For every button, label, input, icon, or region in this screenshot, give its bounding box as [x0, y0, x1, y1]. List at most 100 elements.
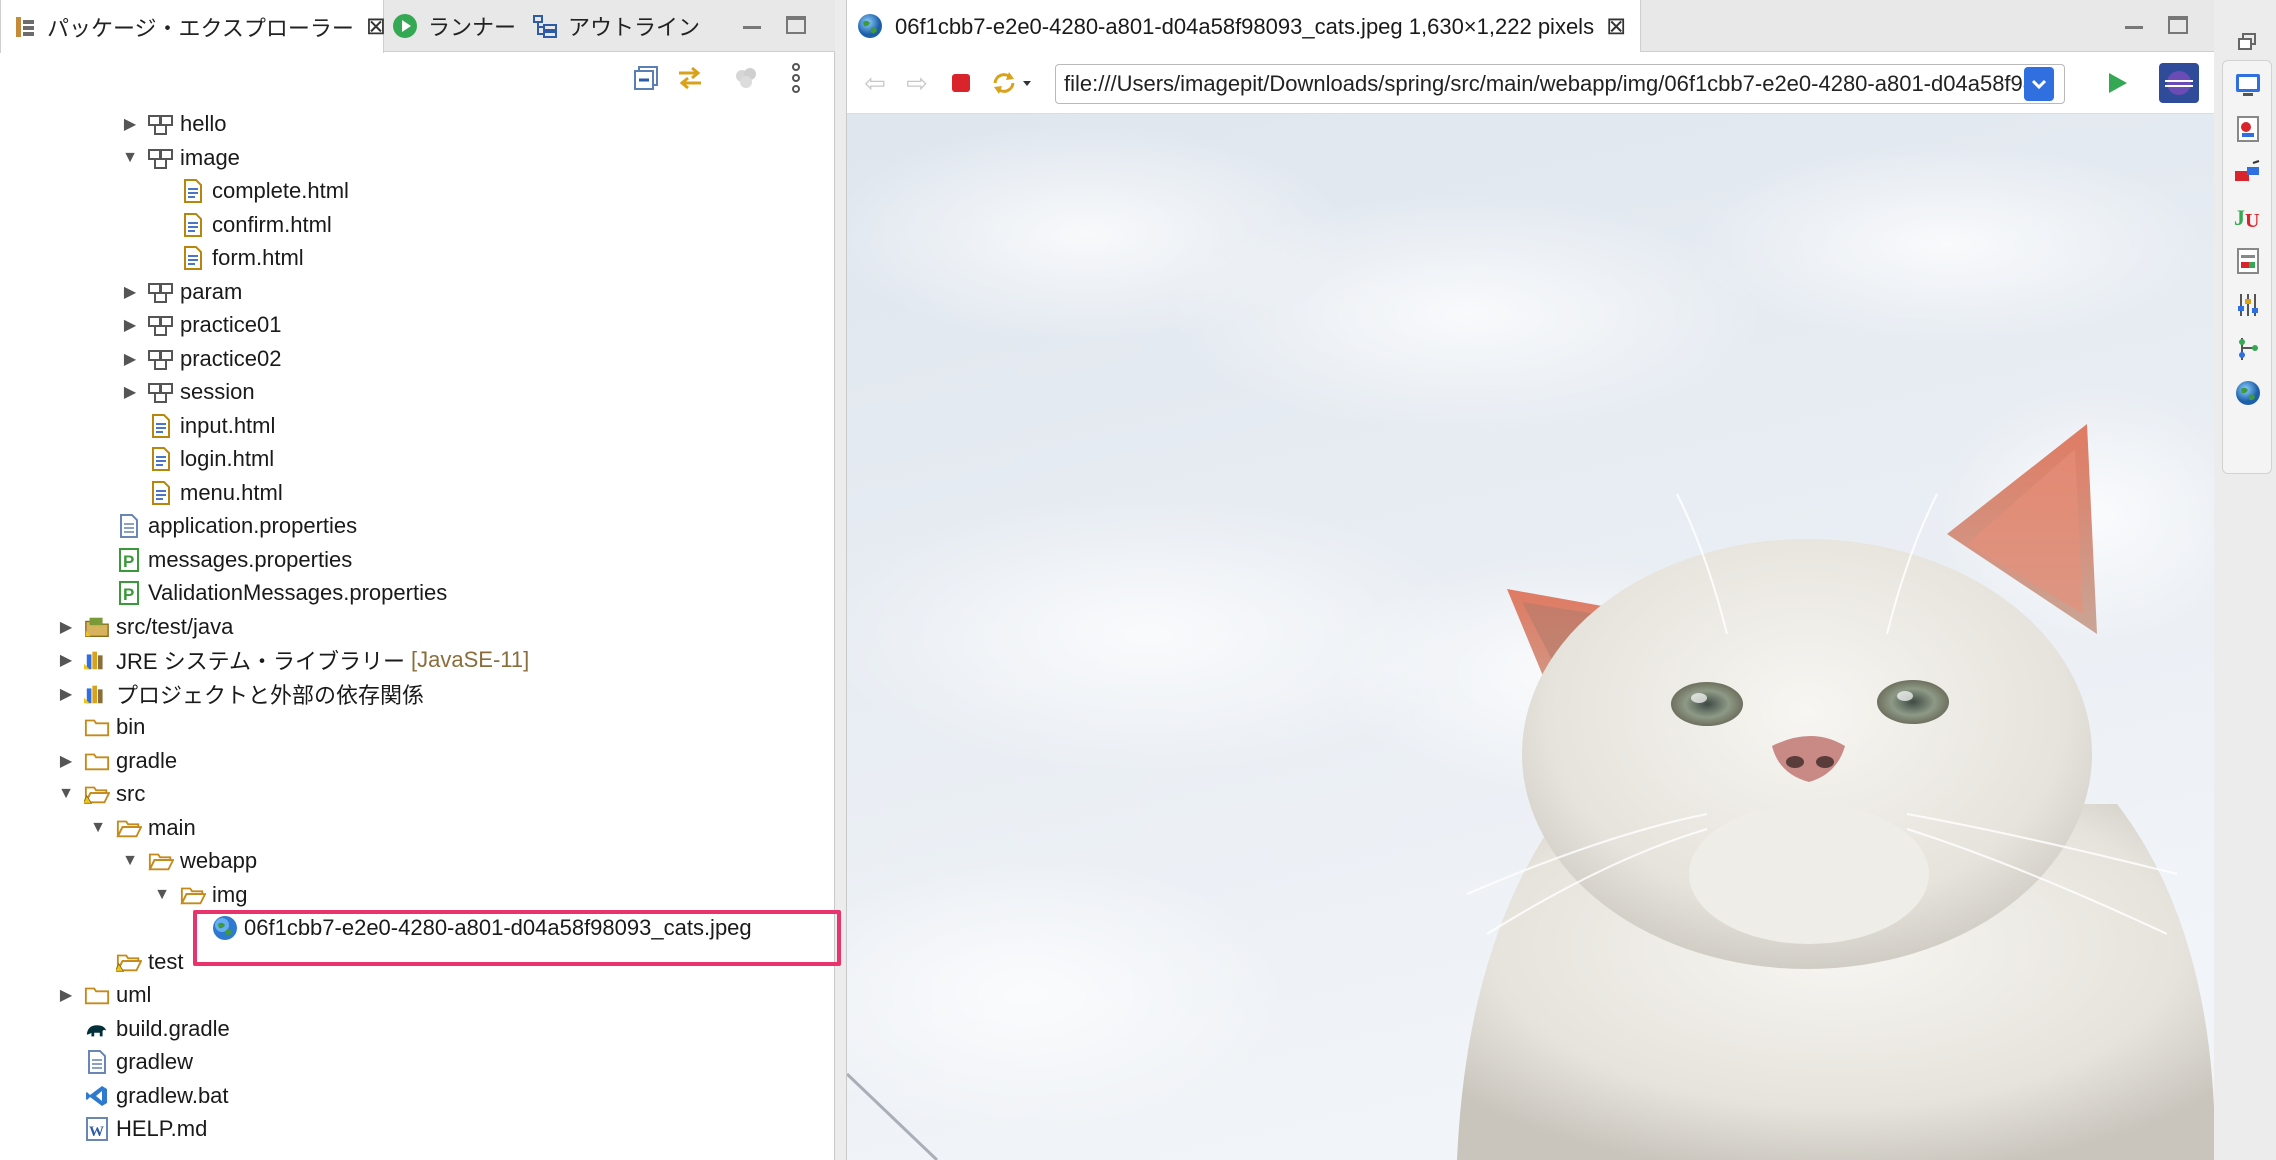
- expanded-triangle-icon[interactable]: ▼: [120, 851, 140, 871]
- tree-item[interactable]: W HELP.md: [84, 1112, 207, 1146]
- tree-item[interactable]: login.html: [148, 442, 274, 476]
- collapsed-triangle-icon[interactable]: ▶: [120, 349, 140, 369]
- collapsed-triangle-icon[interactable]: ▶: [56, 684, 76, 704]
- library-icon: [84, 681, 110, 707]
- eclipse-icon[interactable]: [2159, 63, 2199, 103]
- tree-item[interactable]: ▼ image: [120, 141, 240, 175]
- globe-icon[interactable]: [2232, 377, 2264, 409]
- text-file-icon: [116, 513, 142, 539]
- collapse-all-icon[interactable]: [630, 62, 662, 94]
- tree-item-label: login.html: [180, 446, 275, 471]
- expanded-triangle-icon[interactable]: ▼: [88, 818, 108, 838]
- debug-icon[interactable]: [2232, 157, 2264, 189]
- tree-item[interactable]: ▶ practice02: [120, 342, 282, 376]
- tree-item[interactable]: ▶ src/test/java: [56, 610, 234, 644]
- tree-item-label: webapp: [180, 848, 258, 873]
- tree-item[interactable]: ▼ webapp: [120, 844, 257, 878]
- minimize-icon[interactable]: [2119, 10, 2149, 40]
- expanded-triangle-icon[interactable]: ▼: [120, 148, 140, 168]
- tree-item[interactable]: ▼ img: [152, 878, 247, 912]
- view-menu-icon[interactable]: [780, 62, 812, 94]
- link-with-editor-icon[interactable]: [674, 62, 706, 94]
- tree-item-label: gradlew: [116, 1049, 194, 1074]
- cat-photo: [847, 114, 2215, 1160]
- junit-icon[interactable]: JU: [2232, 201, 2264, 233]
- tree-item[interactable]: gradlew.bat: [84, 1079, 229, 1113]
- tree-item-label: src/test/java: [116, 613, 234, 639]
- url-input[interactable]: [1056, 71, 2024, 97]
- maximize-icon[interactable]: [2163, 10, 2193, 40]
- tree-item[interactable]: ▶ hello: [120, 107, 227, 141]
- properties-file-icon: P: [116, 547, 142, 573]
- refresh-icon[interactable]: [987, 67, 1037, 99]
- tree-item[interactable]: ▶ gradle: [56, 744, 177, 778]
- url-history-dropdown[interactable]: [2024, 67, 2054, 101]
- tree-item-label: プロジェクトと外部の依存関係: [116, 682, 425, 708]
- collapsed-triangle-icon[interactable]: ▶: [120, 282, 140, 302]
- folder-warning-icon: [84, 781, 110, 807]
- tree-item[interactable]: P ValidationMessages.properties: [116, 576, 447, 610]
- tree-item-label: test: [148, 948, 184, 974]
- tab-image-viewer[interactable]: 06f1cbb7-e2e0-4280-a801-d04a58f98093_cat…: [847, 0, 1642, 53]
- tree-item[interactable]: complete.html: [180, 174, 349, 208]
- server-icon[interactable]: [2232, 113, 2264, 145]
- html-file-icon: [148, 413, 174, 439]
- filters-icon[interactable]: [730, 62, 762, 94]
- tree-item[interactable]: Pmessages.properties: [116, 543, 352, 577]
- tree-item[interactable]: ▼ main: [88, 811, 196, 845]
- tab-runner[interactable]: ランナー: [392, 0, 516, 52]
- tree-item[interactable]: application.properties: [116, 509, 357, 543]
- go-icon[interactable]: [2101, 67, 2133, 99]
- tree-item[interactable]: ▼ src: [56, 777, 145, 811]
- collapsed-triangle-icon[interactable]: ▶: [56, 617, 76, 637]
- runner-icon: [392, 13, 418, 39]
- tree-item[interactable]: ▶ practice01: [120, 308, 282, 342]
- tree-item[interactable]: ▶ session: [120, 375, 255, 409]
- settings-icon[interactable]: [2232, 289, 2264, 321]
- tree-item[interactable]: ▶ プロジェクトと外部の依存関係: [56, 677, 424, 711]
- svg-text:P: P: [123, 585, 134, 604]
- tab-outline[interactable]: アウトライン: [532, 0, 700, 52]
- tree-item[interactable]: ▶ param: [120, 275, 243, 309]
- expanded-triangle-icon[interactable]: ▼: [152, 885, 172, 905]
- collapsed-triangle-icon[interactable]: ▶: [120, 114, 140, 134]
- browser-editor-panel: 06f1cbb7-e2e0-4280-a801-d04a58f98093_cat…: [846, 0, 2215, 1160]
- collapsed-triangle-icon[interactable]: ▶: [56, 650, 76, 670]
- stop-icon[interactable]: [945, 67, 977, 99]
- tree-item[interactable]: form.html: [180, 241, 304, 275]
- tree-item[interactable]: menu.html: [148, 476, 283, 510]
- git-icon[interactable]: [2232, 333, 2264, 365]
- back-icon[interactable]: ⇦: [859, 67, 891, 99]
- maximize-icon[interactable]: [781, 10, 811, 40]
- tree-item-label: bin: [116, 714, 146, 739]
- tree-item[interactable]: test: [116, 945, 183, 979]
- folder-icon: [84, 714, 110, 740]
- tree-item[interactable]: build.gradle: [84, 1012, 230, 1046]
- close-icon[interactable]: ⊠: [1606, 12, 1626, 41]
- tree-item-label: practice02: [180, 345, 282, 371]
- tree-item[interactable]: gradlew: [84, 1045, 193, 1079]
- html-file-icon: [180, 178, 206, 204]
- console-icon[interactable]: [2232, 69, 2264, 101]
- collapsed-triangle-icon[interactable]: ▶: [120, 382, 140, 402]
- package-explorer-icon: [13, 14, 37, 40]
- progress-icon[interactable]: [2232, 245, 2264, 277]
- restore-icon[interactable]: [2231, 26, 2263, 58]
- tab-package-explorer[interactable]: パッケージ・エクスプローラー ⊠: [0, 0, 386, 53]
- tree-item[interactable]: ▶ JRE システム・ライブラリー [JavaSE-11]: [56, 643, 529, 677]
- folder-open-icon: [148, 848, 174, 874]
- collapsed-triangle-icon[interactable]: ▶: [56, 985, 76, 1005]
- package-icon: [148, 111, 174, 137]
- forward-icon[interactable]: ⇨: [901, 67, 933, 99]
- collapsed-triangle-icon[interactable]: ▶: [120, 315, 140, 335]
- tree-item[interactable]: ▶ uml: [56, 978, 152, 1012]
- expanded-triangle-icon[interactable]: ▼: [56, 784, 76, 804]
- tree-item[interactable]: bin: [84, 710, 145, 744]
- word-file-icon: W: [84, 1116, 110, 1142]
- tree-item[interactable]: input.html: [148, 409, 275, 443]
- collapsed-triangle-icon[interactable]: ▶: [56, 751, 76, 771]
- close-icon[interactable]: ⊠: [366, 12, 386, 41]
- url-bar: [1055, 64, 2065, 104]
- tree-item[interactable]: confirm.html: [180, 208, 332, 242]
- minimize-icon[interactable]: [737, 10, 767, 40]
